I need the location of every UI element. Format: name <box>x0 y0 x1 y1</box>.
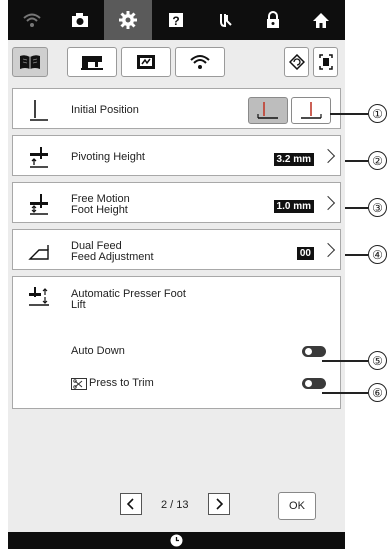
needle-position-icon <box>30 100 48 121</box>
callout-4: ④ <box>368 245 387 264</box>
chevron-left-icon <box>126 498 134 510</box>
page-prev-button[interactable] <box>120 493 142 515</box>
auto-lift-label-line1: Automatic Presser Foot <box>71 288 186 300</box>
initial-position-row: Initial Position <box>12 88 341 129</box>
camera-icon <box>72 12 89 27</box>
home-icon <box>312 12 329 28</box>
pivoting-height-label: Pivoting Height <box>71 151 145 163</box>
lock-icon <box>266 11 279 28</box>
chevron-right-icon <box>216 498 224 510</box>
page-next-button[interactable] <box>208 493 230 515</box>
chevron-right-icon <box>320 148 336 164</box>
dual-feed-adjustment-row[interactable]: Dual Feed Feed Adjustment 00 <box>12 229 341 270</box>
embroidery-icon <box>137 55 155 69</box>
tab-embroidery[interactable] <box>121 47 171 77</box>
help-button[interactable]: ? <box>152 0 200 40</box>
needle-threading-icon <box>219 14 232 28</box>
callout-line <box>330 113 368 115</box>
dual-feed-label-line2: Feed Adjustment <box>71 251 154 263</box>
position-left-button[interactable] <box>248 97 288 124</box>
automatic-presser-foot-lift-group: Automatic Presser Foot Lift Auto Down Pr… <box>12 276 341 409</box>
free-motion-label-line2: Foot Height <box>71 204 128 216</box>
ok-button[interactable]: OK <box>278 492 316 520</box>
pivoting-height-value: 3.2 mm <box>273 153 314 166</box>
fullscreen-icon <box>318 54 333 70</box>
settings-screen: Initial Position Pivoting Height 3.2 mm … <box>8 40 345 532</box>
camera-button[interactable] <box>56 0 104 40</box>
settings-icon <box>119 11 138 29</box>
callout-line <box>345 160 368 162</box>
needle-left-icon <box>257 101 278 119</box>
auto-down-toggle[interactable] <box>302 346 326 357</box>
category-tabs <box>8 40 345 84</box>
needle-threading-button[interactable] <box>201 0 249 40</box>
page-indicator: 2 / 13 <box>161 499 189 511</box>
press-to-trim-toggle[interactable] <box>302 378 326 389</box>
callout-1: ① <box>368 104 387 123</box>
dual-feed-icon <box>28 245 49 260</box>
callout-line <box>322 360 368 362</box>
position-center-button[interactable] <box>291 97 331 124</box>
top-toolbar: ? <box>8 0 345 40</box>
settings-reset-icon <box>288 54 305 70</box>
callout-line <box>345 254 368 256</box>
help-icon: ? <box>169 13 184 28</box>
callout-line <box>345 207 368 209</box>
callout-5: ⑤ <box>368 351 387 370</box>
chevron-right-icon <box>320 195 336 211</box>
callout-2: ② <box>368 151 387 170</box>
callout-3: ③ <box>368 198 387 217</box>
tab-network[interactable] <box>175 47 225 77</box>
pivoting-height-row[interactable]: Pivoting Height 3.2 mm <box>12 135 341 176</box>
fullscreen-button[interactable] <box>313 47 338 77</box>
reset-settings-button[interactable] <box>284 47 309 77</box>
bottom-bar <box>8 532 345 549</box>
wifi-icon <box>23 13 41 27</box>
wifi-icon <box>190 55 210 69</box>
free-motion-foot-icon <box>30 194 48 215</box>
auto-lift-label-line2: Lift <box>71 299 86 311</box>
press-to-trim-label: Press to Trim <box>89 377 154 389</box>
dual-feed-value: 00 <box>296 247 314 260</box>
presser-foot-lift-icon <box>29 287 49 306</box>
book-icon <box>20 55 40 69</box>
free-motion-value: 1.0 mm <box>273 200 314 213</box>
wifi-status-button[interactable] <box>8 0 56 40</box>
callout-6: ⑥ <box>368 383 387 402</box>
chevron-right-icon <box>320 242 336 258</box>
lock-button[interactable] <box>249 0 297 40</box>
clock-icon <box>170 534 183 547</box>
tab-sewing[interactable] <box>67 47 117 77</box>
settings-button[interactable] <box>104 0 153 40</box>
pivoting-height-icon <box>30 147 48 168</box>
callout-line <box>322 392 368 394</box>
scissors-icon <box>71 378 87 390</box>
free-motion-foot-height-row[interactable]: Free Motion Foot Height 1.0 mm <box>12 182 341 223</box>
tab-general[interactable] <box>12 47 48 77</box>
svg-text:?: ? <box>173 14 180 28</box>
home-button[interactable] <box>297 0 345 40</box>
sewing-machine-icon <box>81 56 103 70</box>
initial-position-label: Initial Position <box>71 104 139 116</box>
auto-down-label: Auto Down <box>71 345 125 357</box>
needle-center-icon <box>301 101 322 119</box>
